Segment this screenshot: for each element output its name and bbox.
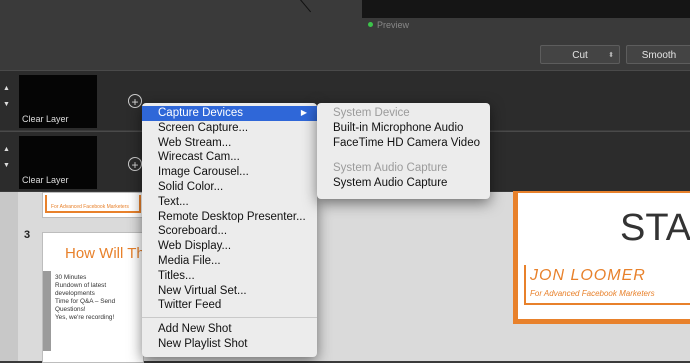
menu-item-image-carousel[interactable]: Image Carousel... xyxy=(142,165,317,180)
brand-logo-name: JON LOOMER xyxy=(530,267,646,284)
menu-item-web-display[interactable]: Web Display... xyxy=(142,239,317,254)
slide-title: How Will Thi xyxy=(65,245,149,262)
preview-label: Preview xyxy=(377,20,410,30)
smooth-transition-button[interactable]: Smooth xyxy=(626,45,690,64)
menu-item-media-file[interactable]: Media File... xyxy=(142,254,317,269)
cut-label: Cut xyxy=(572,50,588,61)
add-shot-plus-icon[interactable]: + xyxy=(128,94,142,109)
menu-item-wirecast-cam[interactable]: Wirecast Cam... xyxy=(142,150,317,165)
menu-item-scoreboard[interactable]: Scoreboard... xyxy=(142,224,317,239)
submenu-header-system-device: System Device xyxy=(333,107,410,119)
submenu-item-system-audio-capture[interactable]: System Audio Capture xyxy=(317,176,490,191)
menu-item-capture-devices[interactable]: Capture Devices ▶ xyxy=(142,106,317,121)
slide-bullets: 30 Minutes Rundown of latest development… xyxy=(55,274,141,322)
layer-reorder-arrows[interactable]: ▲ ▼ xyxy=(3,142,10,174)
menu-item-remote-desktop-presenter[interactable]: Remote Desktop Presenter... xyxy=(142,210,317,225)
capture-devices-submenu: System Device Built-in Microphone Audio … xyxy=(317,103,490,199)
thumbnail-logo: For Advanced Facebook Marketers xyxy=(45,195,141,213)
menu-item-add-new-shot[interactable]: Add New Shot xyxy=(142,322,317,337)
menu-item-titles[interactable]: Titles... xyxy=(142,269,317,284)
layer-label: Clear Layer xyxy=(22,175,69,185)
menu-item-twitter-feed[interactable]: Twitter Feed xyxy=(142,298,317,313)
menu-item-new-virtual-set[interactable]: New Virtual Set... xyxy=(142,284,317,299)
menu-item-new-playlist-shot[interactable]: New Playlist Shot xyxy=(142,337,317,352)
submenu-item-builtin-microphone[interactable]: Built-in Microphone Audio xyxy=(317,121,490,136)
layer-reorder-arrows[interactable]: ▲ ▼ xyxy=(3,81,10,113)
thumbnail-logo-sub: For Advanced Facebook Marketers xyxy=(51,204,129,210)
slide-bullet: 30 Minutes xyxy=(55,274,87,281)
submenu-header-system-audio: System Audio Capture xyxy=(333,162,448,175)
menu-item-web-stream[interactable]: Web Stream... xyxy=(142,136,317,151)
add-shot-plus-icon[interactable]: + xyxy=(128,157,142,172)
chevron-updown-icon: ⬍ xyxy=(608,52,614,59)
menu-item-label: Capture Devices xyxy=(158,107,244,119)
submenu-item-facetime-camera[interactable]: FaceTime HD Camera Video xyxy=(317,136,490,151)
slide-bullet: Rundown of latest developments xyxy=(55,282,107,297)
menu-separator xyxy=(142,317,317,319)
slide-number: 3 xyxy=(24,229,31,241)
slide-thumbnail-3[interactable]: How Will Thi 30 Minutes Rundown of lates… xyxy=(42,232,148,363)
cut-transition-dropdown[interactable]: Cut ⬍ xyxy=(540,45,620,64)
slide-image-strip xyxy=(43,271,51,351)
menu-item-text[interactable]: Text... xyxy=(142,195,317,210)
menu-item-solid-color[interactable]: Solid Color... xyxy=(142,180,317,195)
main-slide-title: STA xyxy=(620,207,690,249)
slide-bullet: Time for Q&A – Send Questions! xyxy=(55,298,116,313)
menu-item-screen-capture[interactable]: Screen Capture... xyxy=(142,121,317,136)
brand-logo: JON LOOMER For Advanced Facebook Markete… xyxy=(524,265,690,305)
submenu-spacer xyxy=(317,155,490,156)
preview-monitor xyxy=(362,0,690,18)
brand-logo-tagline: For Advanced Facebook Marketers xyxy=(530,289,655,298)
main-slide-canvas: STA JON LOOMER For Advanced Facebook Mar… xyxy=(513,188,690,324)
slide-gutter xyxy=(0,192,18,361)
slide-thumbnail-2[interactable]: For Advanced Facebook Marketers xyxy=(42,192,144,218)
submenu-arrow-icon: ▶ xyxy=(300,108,307,117)
add-shot-context-menu: Capture Devices ▶ Screen Capture... Web … xyxy=(142,103,317,357)
slide-bullet: Yes, we're recording! xyxy=(55,314,115,322)
layer-label: Clear Layer xyxy=(22,114,69,124)
preview-status-dot-icon xyxy=(368,22,373,27)
smooth-label: Smooth xyxy=(641,50,677,61)
